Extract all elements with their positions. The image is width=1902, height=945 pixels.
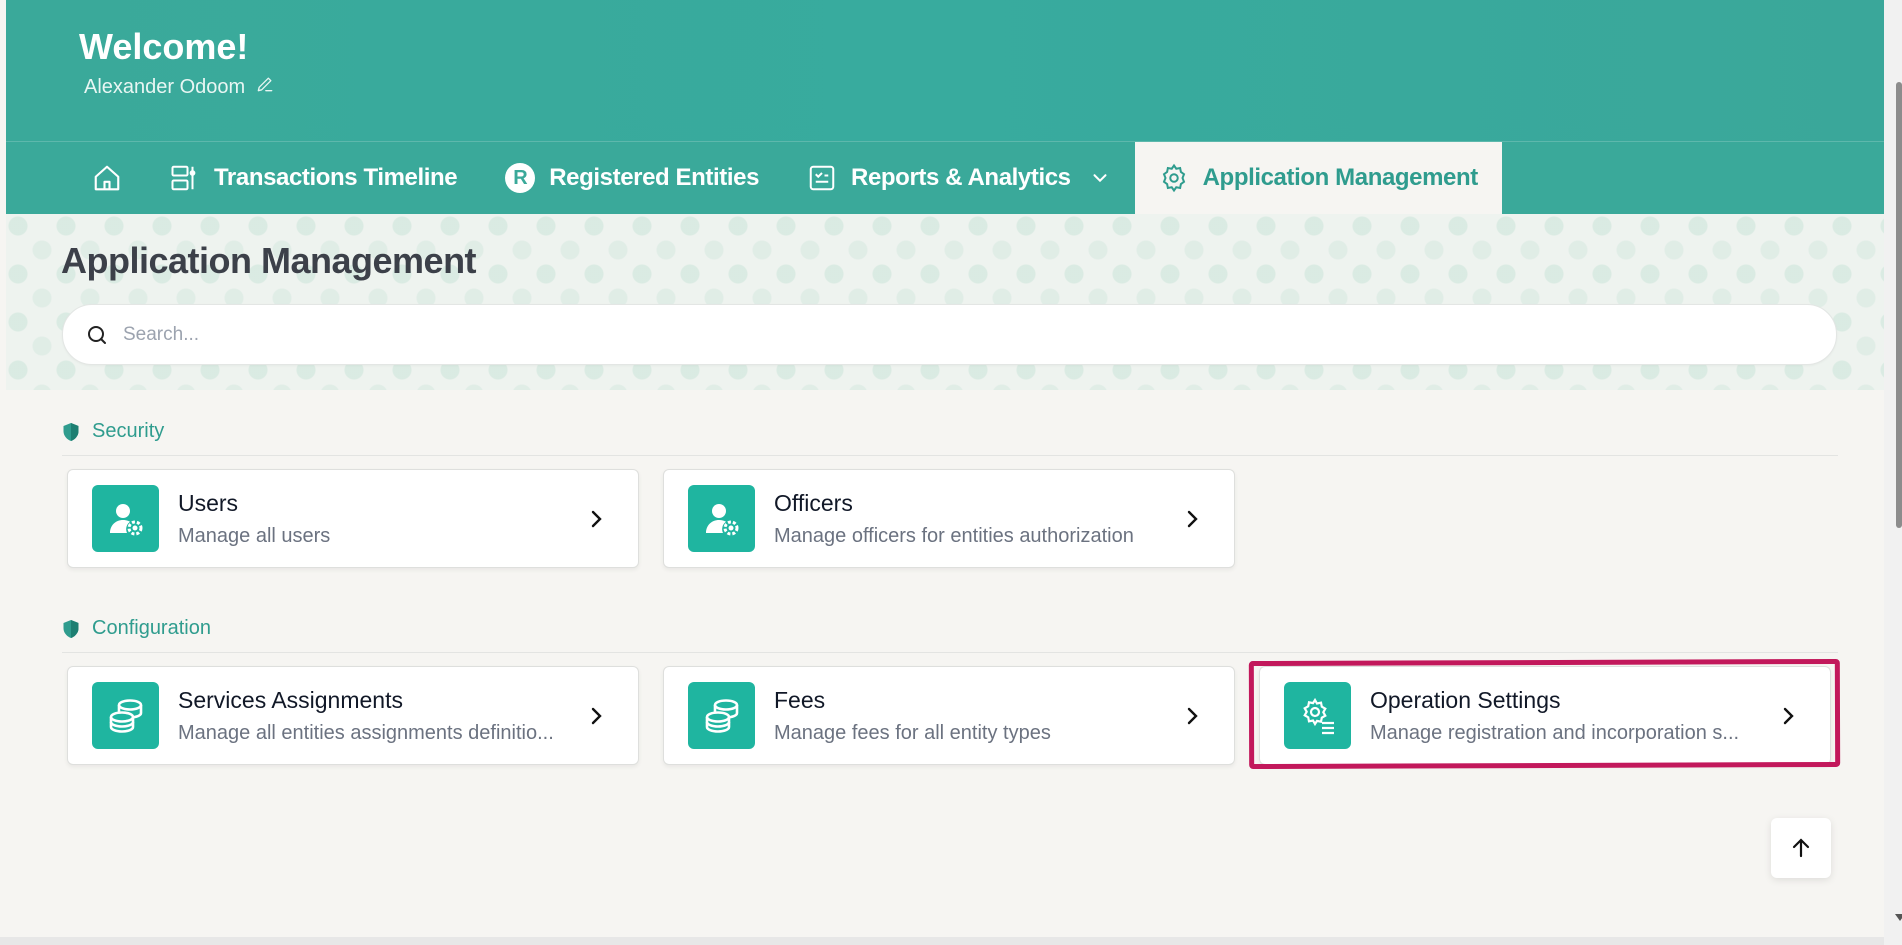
chevron-right-icon — [1187, 510, 1198, 528]
scrollbar-thumb[interactable] — [1896, 82, 1902, 528]
scrollbar[interactable] — [1884, 0, 1902, 945]
card-officers[interactable]: Officers Manage officers for entities au… — [663, 469, 1235, 568]
card-subtitle: Manage officers for entities authorizati… — [774, 524, 1134, 547]
home-icon — [94, 165, 120, 191]
card-subtitle: Manage fees for all entity types — [774, 721, 1051, 744]
shield-icon — [63, 423, 79, 441]
shield-icon — [63, 620, 79, 638]
chevron-right-icon — [591, 510, 602, 528]
header: Welcome! Alexander Odoom — [6, 0, 1884, 141]
chevron-right-icon — [1187, 707, 1198, 725]
section-configuration: Configuration — [62, 617, 1838, 653]
gear-icon — [1162, 163, 1185, 193]
section-title: Security — [92, 420, 165, 442]
chevron-right-icon — [1783, 707, 1794, 725]
main-nav: Transactions Timeline R Registered Entit… — [6, 141, 1884, 214]
database-icon — [92, 682, 159, 749]
nav-reports-analytics[interactable]: Reports & Analytics — [783, 142, 1135, 214]
card-title: Operation Settings — [1370, 686, 1561, 713]
nav-application-management[interactable]: Application Management — [1134, 142, 1502, 214]
nav-home[interactable] — [68, 142, 146, 214]
welcome-title: Welcome! — [79, 26, 249, 67]
r-badge-icon: R — [505, 163, 536, 193]
chevron-right-icon — [591, 707, 602, 725]
card-title: Services Assignments — [178, 686, 403, 713]
timeline-icon — [171, 165, 196, 191]
chevron-down-icon — [1093, 174, 1107, 183]
page-title: Application Management — [61, 240, 477, 281]
database-icon — [688, 682, 755, 749]
gear-list-icon — [1284, 682, 1351, 749]
nav-label: Reports & Analytics — [851, 164, 1071, 191]
pencil-icon[interactable] — [255, 74, 275, 100]
arrow-up-icon — [1792, 838, 1810, 858]
user-gear-icon — [92, 485, 159, 552]
card-services-assignments[interactable]: Services Assignments Manage all entities… — [67, 666, 639, 765]
card-title: Officers — [774, 489, 853, 516]
search-bar[interactable] — [62, 304, 1837, 365]
user-row: Alexander Odoom — [84, 74, 275, 100]
report-icon — [809, 165, 835, 191]
card-subtitle: Manage all entities assignments definiti… — [178, 721, 554, 744]
scroll-to-top-button[interactable] — [1771, 818, 1831, 878]
scroll-down-arrow-icon[interactable] — [1895, 914, 1902, 921]
section-security: Security — [62, 420, 1838, 456]
section-title: Configuration — [92, 617, 211, 639]
nav-label: Registered Entities — [549, 164, 760, 191]
nav-transactions-timeline[interactable]: Transactions Timeline — [146, 142, 481, 214]
card-fees[interactable]: Fees Manage fees for all entity types — [663, 666, 1235, 765]
card-title: Fees — [774, 686, 826, 713]
user-gear-icon — [688, 485, 755, 552]
card-subtitle: Manage all users — [178, 524, 331, 547]
search-input[interactable] — [123, 323, 1723, 346]
card-subtitle: Manage registration and incorporation s.… — [1370, 721, 1740, 744]
user-name: Alexander Odoom — [84, 75, 246, 98]
card-title: Users — [178, 489, 239, 516]
nav-label: Application Management — [1202, 164, 1479, 191]
bottom-divider — [0, 937, 1884, 945]
search-icon — [88, 325, 106, 344]
card-operation-settings[interactable]: Operation Settings Manage registration a… — [1259, 666, 1831, 765]
card-users[interactable]: Users Manage all users — [67, 469, 639, 568]
nav-registered-entities[interactable]: R Registered Entities — [481, 142, 783, 214]
nav-label: Transactions Timeline — [214, 164, 458, 191]
app-viewport: Welcome! Alexander Odoom Transactions Ti… — [0, 0, 1884, 945]
